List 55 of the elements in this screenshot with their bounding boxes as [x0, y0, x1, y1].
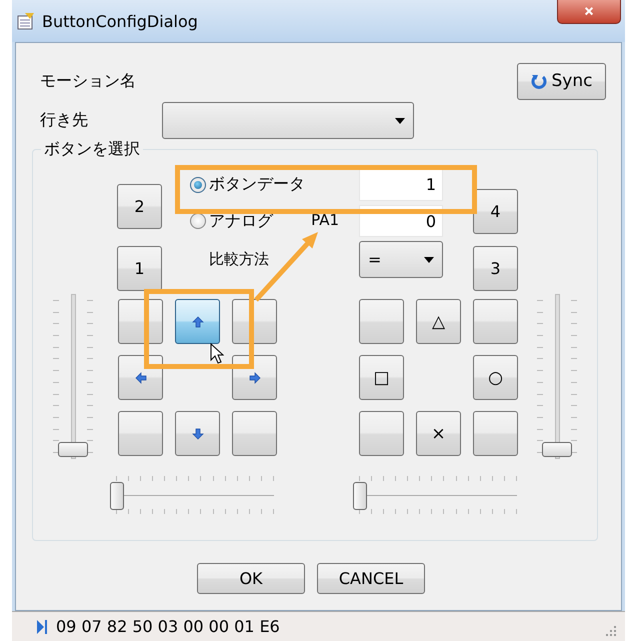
- blank-button[interactable]: [359, 299, 404, 344]
- close-icon: [583, 6, 595, 16]
- form-icon: [16, 11, 36, 31]
- caret-icon: [395, 118, 405, 124]
- sync-button[interactable]: Sync: [517, 62, 606, 100]
- blank-button[interactable]: [473, 299, 518, 344]
- slider-thumb[interactable]: [542, 442, 572, 457]
- compare-dropdown[interactable]: =: [359, 240, 443, 278]
- vertical-slider[interactable]: [53, 294, 93, 459]
- arrow-icon: [192, 316, 204, 328]
- annotation-arrow: [254, 232, 318, 302]
- direction-button[interactable]: [232, 355, 277, 400]
- number-button[interactable]: 3: [473, 246, 518, 291]
- slider-thumb[interactable]: [353, 482, 367, 510]
- vertical-slider[interactable]: [537, 294, 577, 459]
- mouse-pointer-icon: [210, 343, 224, 365]
- channel-label: PA1: [311, 210, 339, 230]
- number-button[interactable]: 4: [473, 189, 518, 234]
- arrow-icon: [192, 428, 204, 440]
- blank-button[interactable]: [359, 411, 404, 456]
- dialog-button[interactable]: OK: [197, 563, 305, 594]
- number-button[interactable]: 1: [117, 246, 162, 291]
- number-button[interactable]: 2: [117, 184, 162, 229]
- direction-button[interactable]: [118, 355, 163, 400]
- radio-button[interactable]: [190, 176, 206, 192]
- motion-name-label: モーション名: [40, 70, 136, 92]
- blank-button[interactable]: [473, 411, 518, 456]
- slider-thumb[interactable]: [58, 442, 88, 457]
- resize-grip-icon: [605, 625, 617, 637]
- refresh-icon: [530, 73, 546, 89]
- group-title: ボタンを選択: [41, 139, 143, 160]
- slider-thumb[interactable]: [110, 482, 124, 510]
- dialog-button[interactable]: CANCEL: [317, 563, 425, 594]
- blank-button[interactable]: [118, 411, 163, 456]
- window-title: ButtonConfigDialog: [42, 12, 198, 30]
- destination-dropdown[interactable]: [162, 102, 414, 139]
- caret-icon: [424, 256, 434, 262]
- close-button[interactable]: [557, 0, 621, 24]
- destination-label: 行き先: [40, 110, 89, 131]
- symbol-button[interactable]: △: [416, 299, 461, 344]
- symbol-button[interactable]: □: [359, 355, 404, 400]
- direction-button[interactable]: [175, 299, 220, 344]
- arrow-icon: [134, 372, 146, 384]
- blank-button[interactable]: [232, 411, 277, 456]
- arrow-icon: [248, 372, 260, 384]
- play-icon: [36, 618, 48, 634]
- radio-button[interactable]: [190, 213, 206, 229]
- compare-label: 比較方法: [209, 250, 270, 268]
- option-label: ボタンデータ: [209, 174, 305, 195]
- status-text: 09 07 82 50 03 00 00 01 E6: [56, 617, 280, 636]
- symbol-button[interactable]: ×: [416, 411, 461, 456]
- symbol-button[interactable]: ○: [473, 355, 518, 400]
- option-label: アナログ: [209, 210, 273, 232]
- direction-button[interactable]: [175, 411, 220, 456]
- value-field[interactable]: 1: [359, 168, 443, 200]
